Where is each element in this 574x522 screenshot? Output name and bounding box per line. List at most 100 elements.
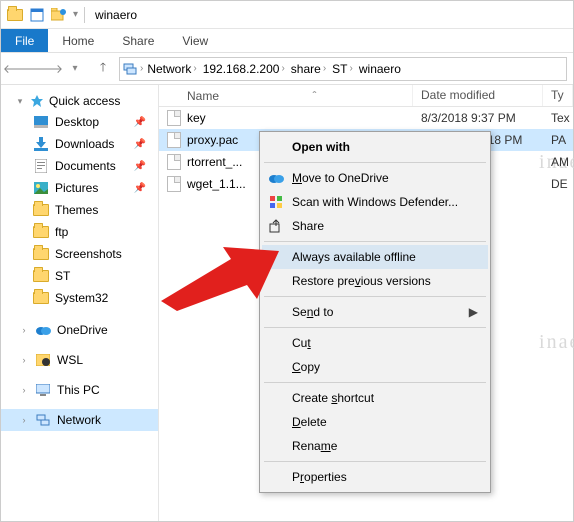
new-folder-qat-icon[interactable] — [51, 7, 67, 23]
pin-icon: 📌 — [134, 117, 146, 128]
title-bar: ▾ winaero — [1, 1, 573, 29]
ctx-restore-previous[interactable]: Restore previous versions — [262, 269, 488, 293]
sidebar-item-network[interactable]: ›Network — [1, 409, 158, 431]
file-type: AM — [543, 155, 573, 169]
ctx-share[interactable]: Share — [262, 214, 488, 238]
up-button[interactable]: 🡑 — [91, 57, 115, 81]
file-icon — [167, 154, 181, 170]
pictures-icon — [33, 180, 49, 196]
sidebar-label: ST — [55, 269, 70, 283]
sidebar-label: Documents — [55, 159, 116, 173]
file-name: rtorrent_... — [187, 155, 242, 169]
sidebar-label: WSL — [57, 353, 83, 367]
chevron-right-icon[interactable]: › — [140, 63, 143, 74]
column-headers: Nameˆ Date modified Ty — [159, 85, 573, 107]
folder-icon — [33, 290, 49, 306]
folder-icon — [7, 7, 23, 23]
qat-dropdown-icon[interactable]: ▾ — [73, 9, 78, 20]
desktop-icon — [33, 114, 49, 130]
context-menu: Open with Move to OneDrive Scan with Win… — [259, 131, 491, 493]
folder-icon — [33, 224, 49, 240]
window-title: winaero — [95, 8, 137, 22]
sidebar-item-themes[interactable]: Themes — [1, 199, 158, 221]
sidebar-item-documents[interactable]: Documents 📌 — [1, 155, 158, 177]
thispc-icon — [35, 382, 51, 398]
nav-pane: ▾ Quick access Desktop📌 Downloads📌 Docum… — [1, 85, 159, 521]
defender-icon — [268, 194, 284, 210]
tab-home[interactable]: Home — [48, 29, 108, 52]
ctx-create-shortcut[interactable]: Create shortcut — [262, 386, 488, 410]
ctx-properties[interactable]: Properties — [262, 465, 488, 489]
file-name: key — [187, 111, 206, 125]
onedrive-icon — [268, 170, 284, 186]
ctx-move-onedrive[interactable]: Move to OneDrive — [262, 166, 488, 190]
sidebar-item-downloads[interactable]: Downloads📌 — [1, 133, 158, 155]
ctx-defender[interactable]: Scan with Windows Defender... — [262, 190, 488, 214]
back-button[interactable]: 🡐 — [7, 57, 31, 81]
sidebar-label: System32 — [55, 291, 108, 305]
ctx-cut[interactable]: Cut — [262, 331, 488, 355]
file-row[interactable]: key 8/3/2018 9:37 PM Tex — [159, 107, 573, 129]
ctx-open-with[interactable]: Open with — [262, 135, 488, 159]
folder-icon — [33, 246, 49, 262]
pin-icon: 📌 — [134, 183, 146, 194]
network-icon — [35, 412, 51, 428]
file-type: DE — [543, 177, 573, 191]
sidebar-item-onedrive[interactable]: ›OneDrive — [1, 319, 158, 341]
sidebar-item-pictures[interactable]: Pictures 📌 — [1, 177, 158, 199]
tab-view[interactable]: View — [168, 29, 222, 52]
sidebar-label: Screenshots — [55, 247, 122, 261]
sidebar-label: Pictures — [55, 181, 98, 195]
crumb-winaero[interactable]: winaero — [357, 62, 403, 76]
crumb-share[interactable]: share› — [289, 62, 328, 76]
sidebar-label: Desktop — [55, 115, 99, 129]
file-name: proxy.pac — [187, 133, 238, 147]
sidebar-label: This PC — [57, 383, 100, 397]
network-icon — [122, 61, 138, 77]
crumb-st[interactable]: ST› — [330, 62, 355, 76]
sidebar-label: Themes — [55, 203, 98, 217]
tab-share[interactable]: Share — [108, 29, 168, 52]
col-name[interactable]: Nameˆ — [159, 85, 413, 106]
folder-icon — [33, 202, 49, 218]
documents-icon — [33, 158, 49, 174]
sidebar-item-thispc[interactable]: ›This PC — [1, 379, 158, 401]
file-icon — [167, 132, 181, 148]
quick-access-label: Quick access — [49, 94, 120, 108]
sidebar-label: ftp — [55, 225, 68, 239]
pin-icon: 📌 — [134, 161, 146, 172]
col-date[interactable]: Date modified — [413, 85, 543, 106]
share-icon — [268, 218, 284, 234]
sidebar-item-screenshots[interactable]: Screenshots — [1, 243, 158, 265]
tab-file[interactable]: File — [1, 29, 48, 52]
chevron-right-icon: ▶ — [469, 305, 478, 319]
sidebar-item-ftp[interactable]: ftp — [1, 221, 158, 243]
address-bar[interactable]: › Network› 192.168.2.200› share› ST› win… — [119, 57, 567, 81]
file-type: PA — [543, 133, 573, 147]
recent-dropdown[interactable]: ▾ — [63, 57, 87, 81]
sidebar-item-wsl[interactable]: ›WSL — [1, 349, 158, 371]
wsl-icon — [35, 352, 51, 368]
ctx-always-offline[interactable]: Always available offline — [262, 245, 488, 269]
file-icon — [167, 176, 181, 192]
quick-access-group[interactable]: ▾ Quick access — [1, 91, 158, 111]
sidebar-label: Downloads — [55, 137, 114, 151]
crumb-network[interactable]: Network› — [145, 62, 198, 76]
ctx-copy[interactable]: Copy — [262, 355, 488, 379]
ribbon-tabs: File Home Share View — [1, 29, 573, 53]
ctx-delete[interactable]: Delete — [262, 410, 488, 434]
col-type[interactable]: Ty — [543, 85, 573, 106]
crumb-host[interactable]: 192.168.2.200› — [201, 62, 287, 76]
sidebar-item-st[interactable]: ST — [1, 265, 158, 287]
downloads-icon — [33, 136, 49, 152]
properties-qat-icon[interactable] — [29, 7, 45, 23]
nav-bar: 🡐 🡒 ▾ 🡑 › Network› 192.168.2.200› share›… — [1, 53, 573, 85]
ctx-rename[interactable]: Rename — [262, 434, 488, 458]
onedrive-icon — [35, 322, 51, 338]
sidebar-item-desktop[interactable]: Desktop 📌 — [1, 111, 158, 133]
file-type: Tex — [543, 111, 573, 125]
ctx-send-to[interactable]: Send to▶ — [262, 300, 488, 324]
file-name: wget_1.1... — [187, 177, 246, 191]
sidebar-item-system32[interactable]: System32 — [1, 287, 158, 309]
file-icon — [167, 110, 181, 126]
